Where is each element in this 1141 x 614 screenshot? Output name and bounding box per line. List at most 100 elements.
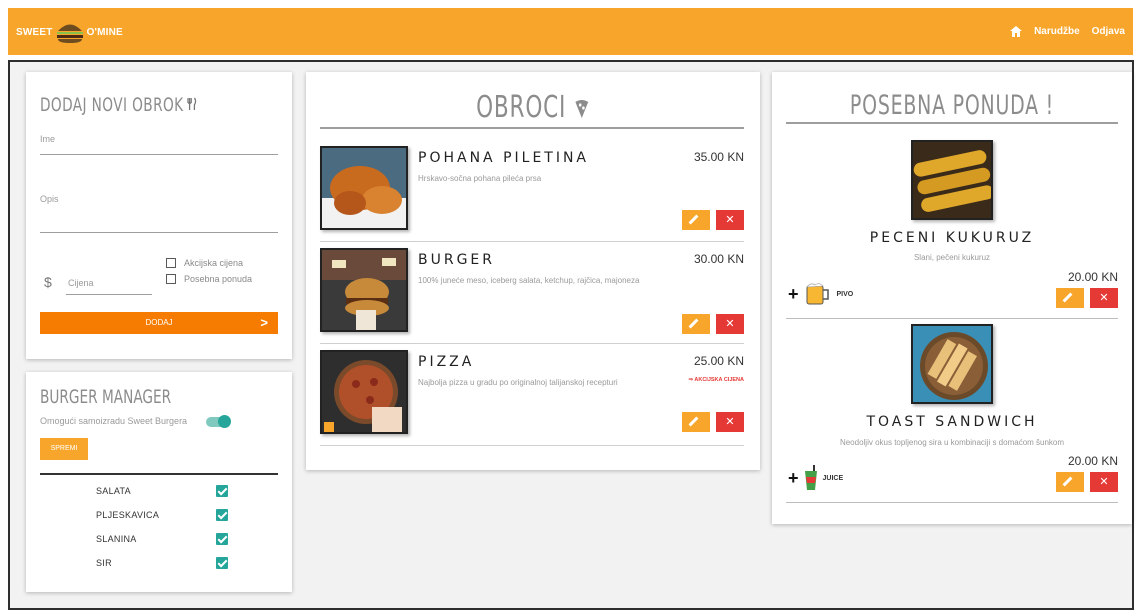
pencil-icon <box>1062 292 1073 303</box>
burger-logo-icon <box>55 20 85 44</box>
meals-card: OBROCI POHANA PILETINA Hrskavo-sočna poh… <box>306 72 760 470</box>
name-field[interactable] <box>40 154 278 155</box>
beer-mug-icon <box>805 283 829 305</box>
meal-price: 35.00 KN <box>693 150 744 164</box>
fried-chicken-image <box>320 146 408 230</box>
desc-field-label: Opis <box>40 194 59 204</box>
add-meal-title: DODAJ NOVI OBROK <box>40 94 198 116</box>
desc-field[interactable] <box>40 232 278 233</box>
cutlery-icon <box>187 94 198 116</box>
ingredient-label: PLJESKAVICA <box>96 510 160 520</box>
meal-item: PIZZA Najbolja pizza u gradu po original… <box>320 346 744 446</box>
meal-description: Najbolja pizza u gradu po originalnoj ta… <box>418 378 618 387</box>
title-divider <box>320 127 744 129</box>
self-build-toggle-label: Omogući samoizradu Sweet Burgera <box>40 416 188 426</box>
dollar-icon: $ <box>44 274 52 290</box>
send-icon: > <box>260 315 268 330</box>
corn-image <box>911 140 993 220</box>
edit-button[interactable] <box>682 314 710 334</box>
offer-name: TOAST SANDWICH <box>866 414 1038 430</box>
brand-text-left: SWEET <box>16 26 53 38</box>
sale-price-badge: ⇒ AKCIJSKA CIJENA <box>688 377 744 383</box>
offer-price: 20.00 KN <box>1067 454 1118 468</box>
top-bar: SWEET O'MINE Narudžbe Odjava <box>8 8 1133 55</box>
delete-button[interactable]: ✕ <box>716 412 744 432</box>
plus-icon: + <box>788 467 799 488</box>
nav-logout-link[interactable]: Odjava <box>1092 26 1125 37</box>
meal-price: 30.00 KN <box>693 252 744 266</box>
home-icon[interactable] <box>1010 26 1023 37</box>
special-offer-label: Posebna ponuda <box>184 274 253 284</box>
divider <box>786 318 1118 319</box>
edit-button[interactable] <box>1056 288 1084 308</box>
checkbox-box[interactable] <box>166 258 176 268</box>
ingredient-label: SLANINA <box>96 534 137 544</box>
divider <box>786 502 1118 503</box>
edit-button[interactable] <box>1056 472 1084 492</box>
pencil-icon <box>1062 476 1073 487</box>
delete-button[interactable]: ✕ <box>716 210 744 230</box>
divider <box>40 473 278 475</box>
ingredient-checkbox-pljeskavica[interactable] <box>216 509 228 521</box>
offer-addon: + PIVO <box>788 282 853 306</box>
brand-logo[interactable]: SWEET O'MINE <box>16 20 123 44</box>
sale-price-label: Akcijska cijena <box>184 258 244 268</box>
addon-label: PIVO <box>836 290 854 298</box>
offer-addon: + JUICE <box>788 465 843 491</box>
pencil-icon <box>688 214 699 225</box>
burger-manager-card: BURGER MANAGER Omogući samoizradu Sweet … <box>26 372 292 592</box>
ingredient-checkbox-salata[interactable] <box>216 485 228 497</box>
special-offer-card: POSEBNA PONUDA ! PECENI KUKURUZ Slani, p… <box>772 72 1132 524</box>
offer-name: PECENI KUKURUZ <box>869 230 1035 246</box>
plus-icon: + <box>788 283 799 304</box>
main-content: DODAJ NOVI OBROK Ime Opis $ Cijena Akcij… <box>8 60 1134 610</box>
delete-button[interactable]: ✕ <box>1090 288 1118 308</box>
meal-name: POHANA PILETINA <box>418 150 590 166</box>
burger-manager-title: BURGER MANAGER <box>40 386 172 408</box>
meal-name: PIZZA <box>418 354 475 370</box>
checkbox-box[interactable] <box>166 274 176 284</box>
top-nav: Narudžbe Odjava <box>1010 26 1125 37</box>
name-field-label: Ime <box>40 134 56 144</box>
meal-price: 25.00 KN <box>693 354 744 368</box>
self-build-toggle[interactable] <box>206 415 231 428</box>
title-divider <box>786 122 1118 124</box>
burger-image <box>320 248 408 332</box>
save-button[interactable]: SPREMI <box>40 438 88 460</box>
meal-description: 100% juneće meso, iceberg salata, ketchu… <box>418 276 640 285</box>
ingredient-checkbox-slanina[interactable] <box>216 533 228 545</box>
juice-cup-icon <box>804 465 817 490</box>
toast-sandwich-image <box>911 324 993 404</box>
pizza-image <box>320 350 408 434</box>
pencil-icon <box>688 318 699 329</box>
add-meal-card: DODAJ NOVI OBROK Ime Opis $ Cijena Akcij… <box>26 72 292 359</box>
ingredient-label: SIR <box>96 558 112 568</box>
edit-button[interactable] <box>682 412 710 432</box>
special-offer-checkbox[interactable]: Posebna ponuda <box>166 274 252 284</box>
nav-orders-link[interactable]: Narudžbe <box>1034 26 1080 37</box>
edit-button[interactable] <box>682 210 710 230</box>
meal-item: BURGER 100% juneće meso, iceberg salata,… <box>320 244 744 344</box>
meal-name: BURGER <box>418 252 496 268</box>
meal-description: Hrskavo-sočna pohana pileća prsa <box>418 174 542 183</box>
pizza-slice-icon <box>575 99 589 118</box>
offer-description: Neodoljiv okus topljenog sira u kombinac… <box>839 438 1065 447</box>
price-field-label: Cijena <box>68 278 94 288</box>
offer-description: Slani, pečeni kukuruz <box>913 253 991 262</box>
delete-button[interactable]: ✕ <box>1090 472 1118 492</box>
meals-title: OBROCI <box>351 90 714 125</box>
pencil-icon <box>688 416 699 427</box>
special-offer-title: POSEBNA PONUDA ! <box>849 90 1055 121</box>
delete-button[interactable]: ✕ <box>716 314 744 334</box>
add-button-label: DODAJ <box>145 318 173 327</box>
ingredient-checkbox-sir[interactable] <box>216 557 228 569</box>
offer-price: 20.00 KN <box>1067 270 1118 284</box>
price-field[interactable] <box>66 294 152 295</box>
meal-item: POHANA PILETINA Hrskavo-sočna pohana pil… <box>320 142 744 242</box>
brand-text-right: O'MINE <box>86 26 123 38</box>
toggle-knob[interactable] <box>218 415 231 428</box>
add-meal-button[interactable]: DODAJ > <box>40 312 278 334</box>
ingredient-label: SALATA <box>96 486 131 496</box>
addon-label: JUICE <box>822 474 844 482</box>
sale-price-checkbox[interactable]: Akcijska cijena <box>166 258 243 268</box>
